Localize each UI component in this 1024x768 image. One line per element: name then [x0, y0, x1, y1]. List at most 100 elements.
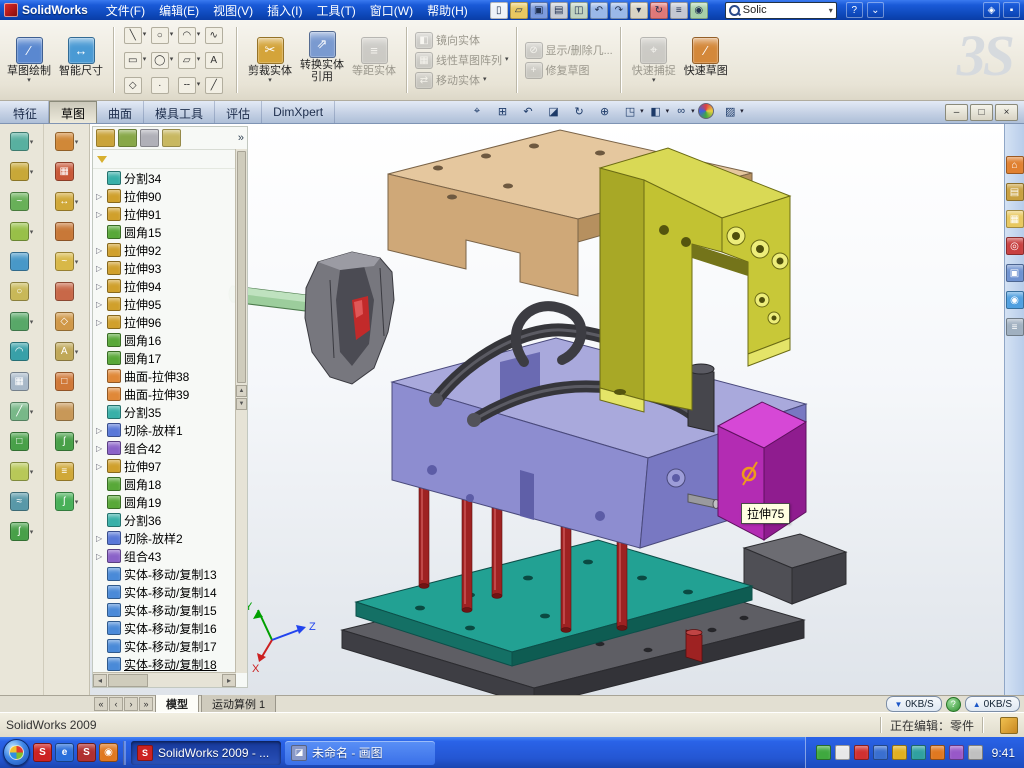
tree-horizontal-scrollbar[interactable]: ◂ ▸ — [93, 672, 236, 687]
menu-item[interactable]: 编辑(E) — [152, 0, 206, 21]
block-tool-icon[interactable]: □ — [55, 372, 74, 391]
dropdown-arrow-icon[interactable]: ▾ — [829, 6, 833, 15]
dropdown-arrow-icon[interactable]: ▾ — [75, 498, 79, 506]
rapid-sketch-button[interactable]: ∕ 快速草图 ▾ — [681, 37, 731, 84]
expand-arrow-icon[interactable]: ▷ — [96, 462, 104, 471]
redo-icon[interactable]: ↷ — [610, 2, 628, 19]
study-tab[interactable]: 运动算例 1 — [201, 695, 276, 714]
display-style-icon[interactable]: ◧ — [647, 103, 665, 119]
view-palette-icon[interactable]: ▣ — [1006, 264, 1024, 282]
tree-item[interactable]: ▷ 实体-移动/复制16 — [96, 619, 236, 637]
taskbar-paint-button[interactable]: ◪ 未命名 - 画图 — [285, 741, 435, 765]
swept-boss-icon[interactable]: ~ — [10, 192, 29, 211]
tree-item[interactable]: ▷ 拉伸92 — [96, 241, 236, 259]
first-tab-button[interactable]: « — [94, 697, 108, 711]
download-tray-icon[interactable] — [854, 745, 869, 760]
expand-arrow-icon[interactable]: ▷ — [96, 264, 104, 273]
expand-arrow-icon[interactable]: ▷ — [96, 318, 104, 327]
model-stop-pin[interactable] — [686, 630, 702, 663]
scroll-down-button[interactable]: ▼ — [236, 398, 247, 410]
apply-scene-icon[interactable]: ▨ — [721, 103, 739, 119]
zoom-fit-icon[interactable]: ⌖ — [468, 103, 486, 119]
expand-arrow-icon[interactable]: ▷ — [96, 534, 104, 543]
print-preview-icon[interactable]: ◫ — [570, 2, 588, 19]
mirror-feature-icon[interactable]: ʃ — [10, 522, 29, 541]
pan-icon[interactable]: ⊕ — [596, 103, 614, 119]
dropdown-arrow-icon[interactable]: ▾ — [666, 107, 670, 115]
file-explorer-icon[interactable]: ▦ — [1006, 210, 1024, 228]
command-tab[interactable]: DimXpert — [262, 101, 335, 123]
tree-item[interactable]: ▷ 实体-移动/复制17 — [96, 637, 236, 655]
dropdown-arrow-icon[interactable]: ▾ — [740, 107, 744, 115]
start-button[interactable] — [3, 739, 30, 766]
dropdown-arrow-icon[interactable]: ▾ — [170, 32, 174, 38]
tree-item[interactable]: ▷ 组合42 — [96, 439, 236, 457]
restore-button[interactable]: □ — [970, 104, 993, 121]
ellipse-icon[interactable]: ◯ — [151, 52, 169, 69]
custom-properties-icon[interactable]: ≡ — [1006, 318, 1024, 336]
tree-item[interactable]: ▷ 圆角17 — [96, 349, 236, 367]
line-icon[interactable]: ╲ — [124, 27, 142, 44]
dropdown-arrow-icon[interactable]: ▾ — [197, 57, 201, 63]
dropdown-arrow-icon[interactable]: ▾ — [691, 107, 695, 115]
tree-item[interactable]: ▷ 分割35 — [96, 403, 236, 421]
scroll-right-button[interactable]: ▸ — [222, 674, 236, 687]
media-launcher-icon[interactable]: ◉ — [99, 743, 118, 762]
expand-arrow-icon[interactable]: ▷ — [96, 300, 104, 309]
menu-item[interactable]: 视图(V) — [206, 0, 260, 21]
dropdown-arrow-icon[interactable]: ▾ — [197, 82, 201, 88]
menu-item[interactable]: 窗口(W) — [363, 0, 420, 21]
solidworks-resources-icon[interactable]: ⌂ — [1006, 156, 1024, 174]
panel-chevron-icon[interactable]: » — [238, 132, 244, 144]
tree-item[interactable]: ▷ 曲面-拉伸38 — [96, 367, 236, 385]
expand-arrow-icon[interactable]: ▷ — [96, 246, 104, 255]
tree-vertical-scrollbar[interactable]: ▲ ▼ — [235, 149, 247, 673]
circle-icon[interactable]: ○ — [151, 27, 169, 44]
lofted-boss-icon[interactable] — [10, 222, 29, 241]
tree-item[interactable]: ▷ 圆角19 — [96, 493, 236, 511]
meter-help-button[interactable]: ? — [946, 697, 961, 712]
new-document-icon[interactable]: ▯ — [490, 2, 508, 19]
smart-dimension-button[interactable]: ↔ 智能尺寸 ▾ — [56, 37, 106, 84]
shell-icon[interactable]: □ — [10, 432, 29, 451]
hide-show-items-icon[interactable]: ∞ — [672, 103, 690, 119]
snap-tool-icon[interactable]: ʃ — [55, 492, 74, 511]
solidworks-launcher-icon[interactable]: S — [33, 743, 52, 762]
trim-entities-button[interactable]: ✂ 剪裁实体 ▾ — [245, 37, 295, 84]
command-tab[interactable]: 评估 — [215, 101, 262, 123]
instant3d-icon[interactable] — [55, 402, 74, 421]
undo-icon[interactable]: ↶ — [590, 2, 608, 19]
dropdown-arrow-icon[interactable]: ▾ — [143, 57, 147, 63]
tree-item[interactable]: ▷ 拉伸90 — [96, 187, 236, 205]
section-view-icon[interactable]: ◪ — [545, 103, 563, 119]
display-delete-relations-button[interactable]: ⊘ 显示/删除几... — [525, 42, 613, 59]
linear-sketch-pattern-button[interactable]: ▦ 线性草图阵列 ▾ — [415, 52, 509, 69]
tree-item[interactable]: ▷ 实体-移动/复制15 — [96, 601, 236, 619]
centerline-icon[interactable]: ╌ — [178, 77, 196, 94]
tree-item[interactable]: ▷ 实体-移动/复制14 — [96, 583, 236, 601]
dropdown-arrow-icon[interactable]: ▾ — [30, 468, 34, 476]
tree-item[interactable]: ▷ 拉伸97 — [96, 457, 236, 475]
save-icon[interactable]: ▣ — [530, 2, 548, 19]
dropdown-arrow-icon[interactable]: ▾ — [30, 528, 34, 536]
minimize-button[interactable]: – — [945, 104, 968, 121]
draft-icon[interactable]: ╱ — [10, 402, 29, 421]
dropdown-arrow-icon[interactable]: ▾ — [30, 228, 34, 236]
scrollbar-thumb[interactable] — [108, 674, 148, 687]
configurationmanager-tab-icon[interactable] — [140, 129, 159, 147]
solidworks-explorer-launcher-icon[interactable]: S — [77, 743, 96, 762]
reference-geometry-icon[interactable]: ◇ — [55, 312, 74, 331]
menu-item[interactable]: 文件(F) — [99, 0, 152, 21]
construction-geometry-icon[interactable]: ╱ — [205, 77, 223, 94]
expand-arrow-icon[interactable]: ▷ — [96, 426, 104, 435]
scroll-left-button[interactable]: ◂ — [93, 674, 107, 687]
tree-item[interactable]: ▷ 圆角18 — [96, 475, 236, 493]
tree-item[interactable]: ▷ 曲面-拉伸39 — [96, 385, 236, 403]
surface-tool-icon[interactable] — [55, 282, 74, 301]
expand-arrow-icon[interactable]: ▷ — [96, 210, 104, 219]
dimension-tool-icon[interactable]: ↔ — [55, 192, 74, 211]
extruded-cut-icon[interactable] — [10, 252, 29, 271]
command-tab[interactable]: 特征 — [2, 101, 49, 123]
internet-launcher-icon[interactable]: e — [55, 743, 74, 762]
tree-item[interactable]: ▷ 实体-移动/复制18 — [96, 655, 236, 673]
